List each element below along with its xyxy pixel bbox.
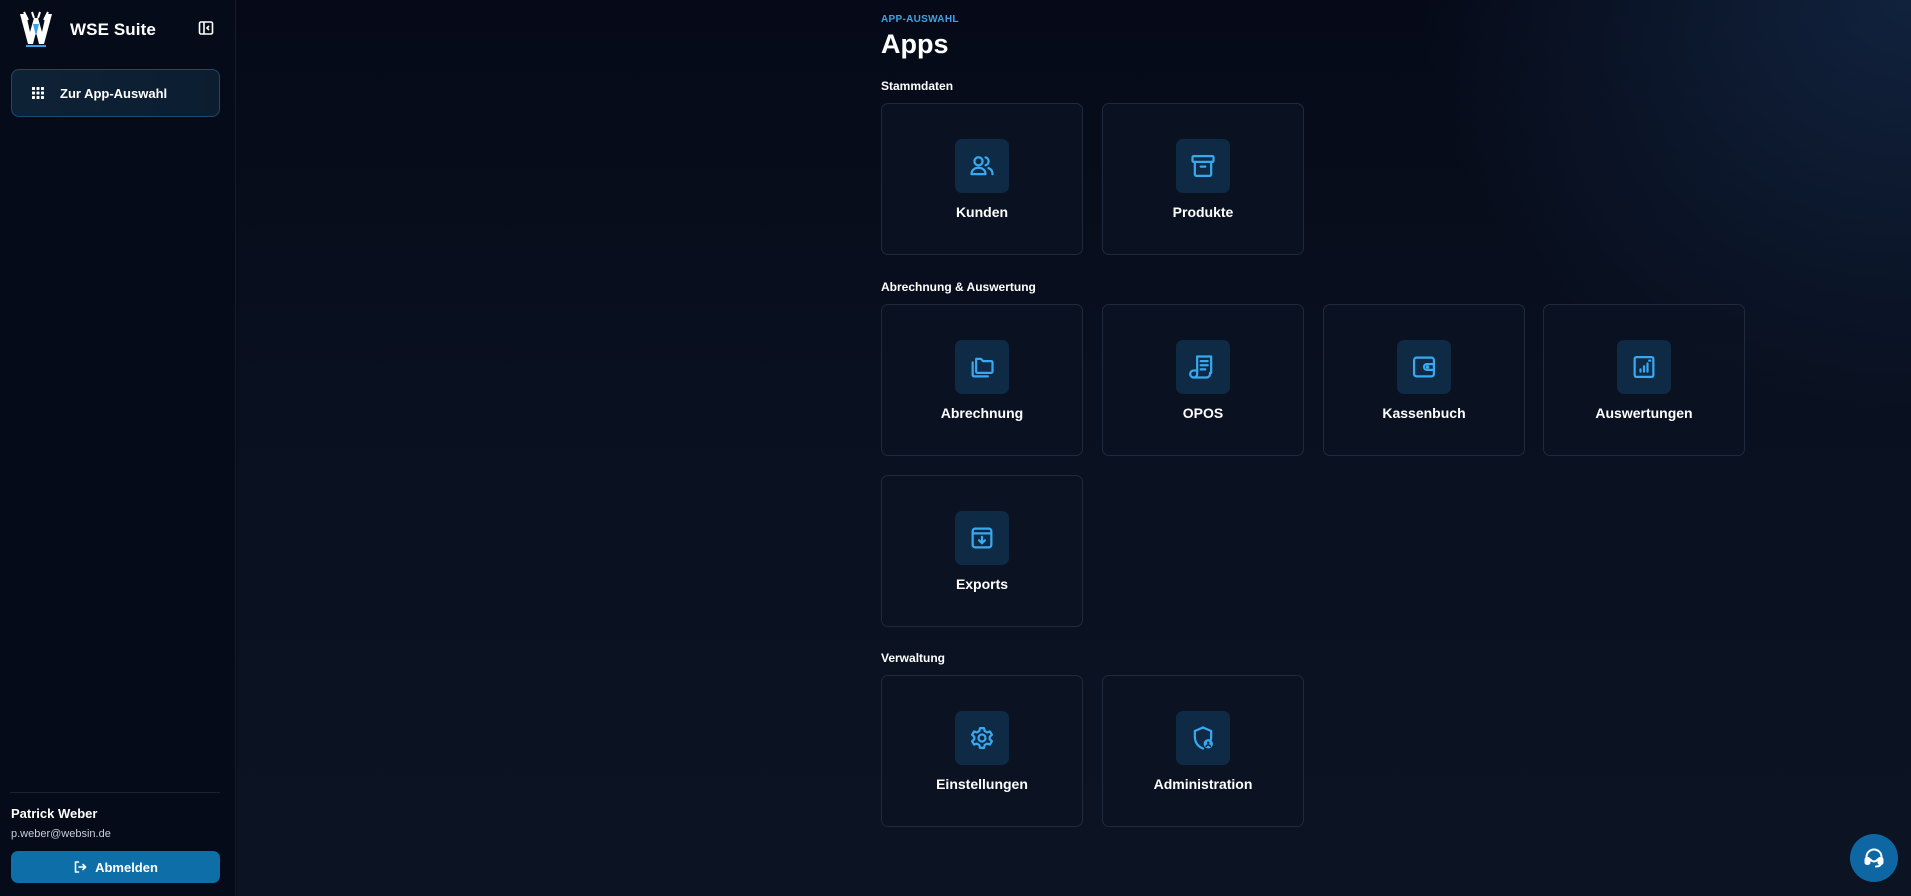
app-tile-administration[interactable]: Administration: [1102, 675, 1304, 827]
logout-button[interactable]: Abmelden: [11, 851, 220, 883]
section-title-abrechnung-auswertung: Abrechnung & Auswertung: [881, 280, 1036, 294]
app-tile-kassenbuch[interactable]: Kassenbuch: [1323, 304, 1525, 456]
app-tile-produkte[interactable]: Produkte: [1102, 103, 1304, 255]
logout-icon: [74, 861, 87, 873]
app-tile-einstellungen[interactable]: Einstellungen: [881, 675, 1083, 827]
support-chat-button[interactable]: [1850, 834, 1898, 882]
app-tile-label: Exports: [955, 576, 1009, 592]
user-email: p.weber@websin.de: [11, 828, 111, 840]
app-tile-label: OPOS: [1182, 405, 1224, 421]
shield-user-icon: [1176, 711, 1230, 765]
user-name: Patrick Weber: [11, 806, 98, 821]
headset-icon: [1864, 848, 1884, 868]
page-title: Apps: [881, 29, 949, 59]
sidebar-divider: [10, 792, 220, 793]
app-tile-label: Abrechnung: [940, 405, 1024, 421]
logout-label: Abmelden: [95, 859, 158, 875]
grid-icon: [31, 86, 45, 100]
folders-icon: [955, 340, 1009, 394]
gear-icon: [955, 711, 1009, 765]
app-tile-label: Produkte: [1172, 204, 1234, 220]
app-name: WSE Suite: [70, 20, 156, 39]
app-tile-opos[interactable]: OPOS: [1102, 304, 1304, 456]
wallet-icon: [1397, 340, 1451, 394]
report-chart-icon: [1617, 340, 1671, 394]
sidebar-toggle-icon: [198, 21, 214, 35]
brand: WSE Suite: [18, 10, 156, 50]
app-tile-label: Administration: [1153, 776, 1253, 792]
sidebar: WSE Suite Zur App-Auswahl Patrick Weber …: [0, 0, 236, 896]
app-tile-auswertungen[interactable]: Auswertungen: [1543, 304, 1745, 456]
receipt-icon: [1176, 340, 1230, 394]
app-tile-abrechnung[interactable]: Abrechnung: [881, 304, 1083, 456]
app-tile-label: Kunden: [955, 204, 1009, 220]
section-title-stammdaten: Stammdaten: [881, 79, 954, 93]
archive-download-icon: [955, 511, 1009, 565]
archive-icon: [1176, 139, 1230, 193]
wse-logo: [20, 11, 52, 47]
sidebar-item-app-auswahl[interactable]: Zur App-Auswahl: [11, 69, 220, 117]
main-content: APP-AUSWAHL Apps Stammdaten Kunden Produ…: [237, 0, 1911, 896]
app-tile-label: Auswertungen: [1595, 405, 1693, 421]
sidebar-collapse-button[interactable]: [197, 19, 215, 37]
app-tile-label: Kassenbuch: [1382, 405, 1466, 421]
section-title-verwaltung: Verwaltung: [881, 651, 946, 665]
app-tile-exports[interactable]: Exports: [881, 475, 1083, 627]
app-tile-kunden[interactable]: Kunden: [881, 103, 1083, 255]
users-icon: [955, 139, 1009, 193]
app-tile-label: Einstellungen: [936, 776, 1028, 792]
sidebar-item-label: Zur App-Auswahl: [60, 85, 168, 101]
page-eyebrow: APP-AUSWAHL: [881, 14, 959, 25]
